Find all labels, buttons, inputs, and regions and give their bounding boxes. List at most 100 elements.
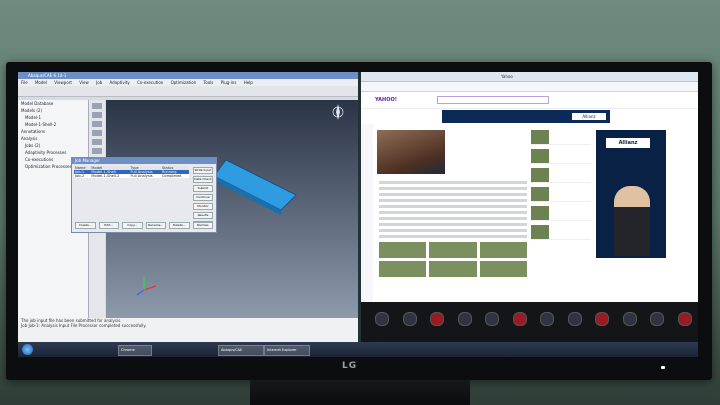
menu-adaptivity[interactable]: Adaptivity xyxy=(110,80,130,85)
axis-triad-icon xyxy=(136,277,157,296)
team-logo[interactable] xyxy=(540,312,555,326)
job-type: Full Analysis xyxy=(130,174,153,178)
list-item[interactable] xyxy=(531,225,591,240)
team-logo[interactable] xyxy=(622,312,637,326)
power-led xyxy=(661,366,665,369)
tool-icon[interactable] xyxy=(92,148,102,154)
list-item[interactable] xyxy=(379,193,527,196)
data-check-button[interactable]: Data Check xyxy=(193,176,213,183)
team-logo[interactable] xyxy=(485,312,500,326)
team-logo[interactable] xyxy=(567,312,582,326)
taskbar-app-abaqus[interactable]: Abaqus/CAE xyxy=(218,345,264,356)
tree-item[interactable]: Adaptivity Processes xyxy=(18,149,88,156)
list-item[interactable] xyxy=(379,211,527,214)
menu-model[interactable]: Model xyxy=(35,80,47,85)
menu-optimization[interactable]: Optimization xyxy=(171,80,197,85)
menu-job[interactable]: Job xyxy=(96,80,102,85)
thumbnail[interactable] xyxy=(479,261,527,277)
tree-item[interactable]: Model-1-Shell-2 xyxy=(18,121,88,128)
job-manager-dialog: Job Manager Name Model Type Status Job-1… xyxy=(71,157,217,233)
tool-icon[interactable] xyxy=(92,103,102,109)
team-logo[interactable] xyxy=(457,312,472,326)
menu-co-execution[interactable]: Co-execution xyxy=(137,80,163,85)
menu-help[interactable]: Help xyxy=(244,80,253,85)
side-ad[interactable]: Allianz xyxy=(596,130,666,258)
thumbnail[interactable] xyxy=(429,242,477,258)
tree-item[interactable]: Annotations xyxy=(18,128,88,135)
edit-button[interactable]: Edit... xyxy=(98,222,119,229)
search-input[interactable] xyxy=(436,96,549,104)
tool-icon[interactable] xyxy=(92,112,102,118)
job-status: Completed xyxy=(161,174,182,178)
delete-button[interactable]: Delete... xyxy=(169,222,190,229)
menu-view[interactable]: View xyxy=(79,80,89,85)
list-item[interactable] xyxy=(379,199,527,202)
thumbnail[interactable] xyxy=(429,261,477,277)
rename-button[interactable]: Rename... xyxy=(145,222,166,229)
tree-item[interactable]: Model-1 xyxy=(18,114,88,121)
write-input-button[interactable]: Write Input xyxy=(193,167,213,174)
browser-tab[interactable]: Yahoo xyxy=(361,72,698,82)
job-bottom-buttons: Create... Edit... Copy... Rename... Dele… xyxy=(75,222,213,229)
menu-file[interactable]: File xyxy=(21,80,28,85)
taskbar-app-ie[interactable]: Internet Explorer xyxy=(264,345,310,356)
thumbnail[interactable] xyxy=(379,242,427,258)
list-item[interactable] xyxy=(531,187,591,202)
list-item[interactable] xyxy=(379,205,527,208)
create-button[interactable]: Create... xyxy=(75,222,96,229)
tool-icon[interactable] xyxy=(92,130,102,136)
continue-button[interactable]: Continue xyxy=(193,194,213,201)
menu-plugins[interactable]: Plug-ins xyxy=(221,80,237,85)
banner-ad[interactable]: Allianz xyxy=(442,110,610,123)
menu-viewport[interactable]: Viewport xyxy=(54,80,72,85)
list-item[interactable] xyxy=(531,206,591,221)
compass-icon xyxy=(332,104,344,120)
submit-button[interactable]: Submit xyxy=(193,185,213,192)
start-button[interactable] xyxy=(22,344,33,355)
list-item[interactable] xyxy=(531,168,591,183)
list-item[interactable] xyxy=(531,149,591,164)
console-line: Job Job-1: Analysis Input File Processor… xyxy=(21,323,147,328)
list-item[interactable] xyxy=(379,229,527,232)
browser-window: Yahoo YAHOO! Allianz Allianz xyxy=(361,72,698,342)
list-item[interactable] xyxy=(379,187,527,190)
address-bar[interactable] xyxy=(361,82,698,92)
team-logo[interactable] xyxy=(677,312,692,326)
thumbnail[interactable] xyxy=(379,261,427,277)
tree-item[interactable]: Models (2) xyxy=(18,107,88,114)
job-model: Model-1-Shell-2 xyxy=(91,174,120,178)
results-button[interactable]: Results xyxy=(193,212,213,219)
thumbnail-grid xyxy=(379,242,527,277)
message-console: The job input file has been submitted fo… xyxy=(18,318,358,342)
team-logo[interactable] xyxy=(650,312,665,326)
tree-item[interactable]: Model Database xyxy=(18,100,88,107)
team-logo[interactable] xyxy=(402,312,417,326)
scoreboard-bar xyxy=(361,302,698,342)
menu-tools[interactable]: Tools xyxy=(203,80,213,85)
site-logo[interactable]: YAHOO! xyxy=(375,97,397,103)
table-row[interactable]: Job-2 Model-1-Shell-2 Full Analysis Comp… xyxy=(74,174,189,178)
list-item[interactable] xyxy=(379,235,527,238)
tree-item[interactable]: Analysis xyxy=(18,135,88,142)
taskbar-app-chrome[interactable]: Chrome xyxy=(118,345,152,356)
list-item[interactable] xyxy=(379,181,527,184)
tool-icon[interactable] xyxy=(92,121,102,127)
team-logo[interactable] xyxy=(512,312,527,326)
tree-item[interactable]: Jobs (2) xyxy=(18,142,88,149)
team-logo[interactable] xyxy=(430,312,445,326)
team-logo[interactable] xyxy=(595,312,610,326)
hero-photo[interactable] xyxy=(377,130,445,174)
list-item[interactable] xyxy=(531,130,591,145)
dismiss-button[interactable]: Dismiss xyxy=(192,222,213,229)
fea-toolbar xyxy=(18,86,358,97)
copy-button[interactable]: Copy... xyxy=(122,222,143,229)
site-header: YAHOO! xyxy=(361,92,698,109)
tool-icon[interactable] xyxy=(92,139,102,145)
thumbnail[interactable] xyxy=(479,242,527,258)
list-item[interactable] xyxy=(379,223,527,226)
monitor-button[interactable]: Monitor xyxy=(193,203,213,210)
list-item[interactable] xyxy=(379,217,527,220)
monitor-brand-logo: LG xyxy=(342,361,358,371)
job-manager-title: Job Manager xyxy=(72,158,216,164)
team-logo[interactable] xyxy=(375,312,389,326)
